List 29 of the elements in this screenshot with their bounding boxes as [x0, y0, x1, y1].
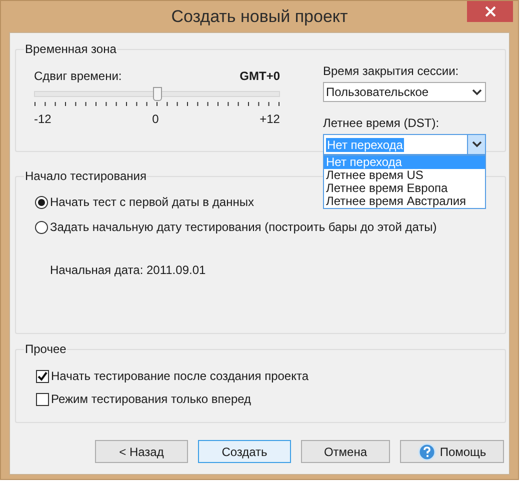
slider-value: GMT+0 [240, 68, 280, 85]
scale-label: +12 [260, 111, 280, 128]
slider-thumb[interactable] [153, 87, 162, 101]
checkbox-label[interactable]: Начать тестирование после создания проекта [51, 368, 309, 384]
dropdown-option[interactable]: Летнее время Австралия [324, 195, 485, 208]
radio-button[interactable] [35, 196, 48, 208]
dialog-button[interactable]: Помощь [400, 440, 504, 463]
dropdown-option[interactable]: Летнее время US [324, 169, 485, 182]
session-close-dropdown[interactable]: Пользовательское [323, 82, 486, 102]
help-icon [418, 442, 436, 460]
window-title: Создать новый проект [171, 6, 348, 28]
start-date-text: Начальная дата: 2011.09.01 [50, 262, 206, 279]
dialog-button[interactable]: Отмена [301, 440, 390, 463]
field-label: Летнее время (DST): [323, 115, 440, 132]
checkbox[interactable] [36, 392, 49, 406]
field-label: Время закрытия сессии: [323, 63, 460, 80]
scale-label: -12 [34, 111, 52, 128]
checkbox-label[interactable]: Режим тестирования только вперед [51, 391, 252, 407]
slider-label: Сдвиг времени: [34, 68, 122, 85]
radio-label[interactable]: Начать тест с первой даты в данных [50, 194, 254, 210]
checkbox[interactable] [36, 370, 49, 382]
dialog-button[interactable]: Создать [198, 440, 291, 463]
close-icon [484, 6, 496, 17]
close-button[interactable] [467, 1, 513, 22]
dropdown-option[interactable]: Летнее время Европа [324, 182, 485, 195]
dialog-button[interactable]: < Назад [95, 440, 188, 463]
radio-button[interactable] [35, 220, 48, 234]
radio-label[interactable]: Задать начальную дату тестирования (построить бары до этой даты) [50, 219, 437, 235]
scale-label: 0 [152, 111, 159, 128]
